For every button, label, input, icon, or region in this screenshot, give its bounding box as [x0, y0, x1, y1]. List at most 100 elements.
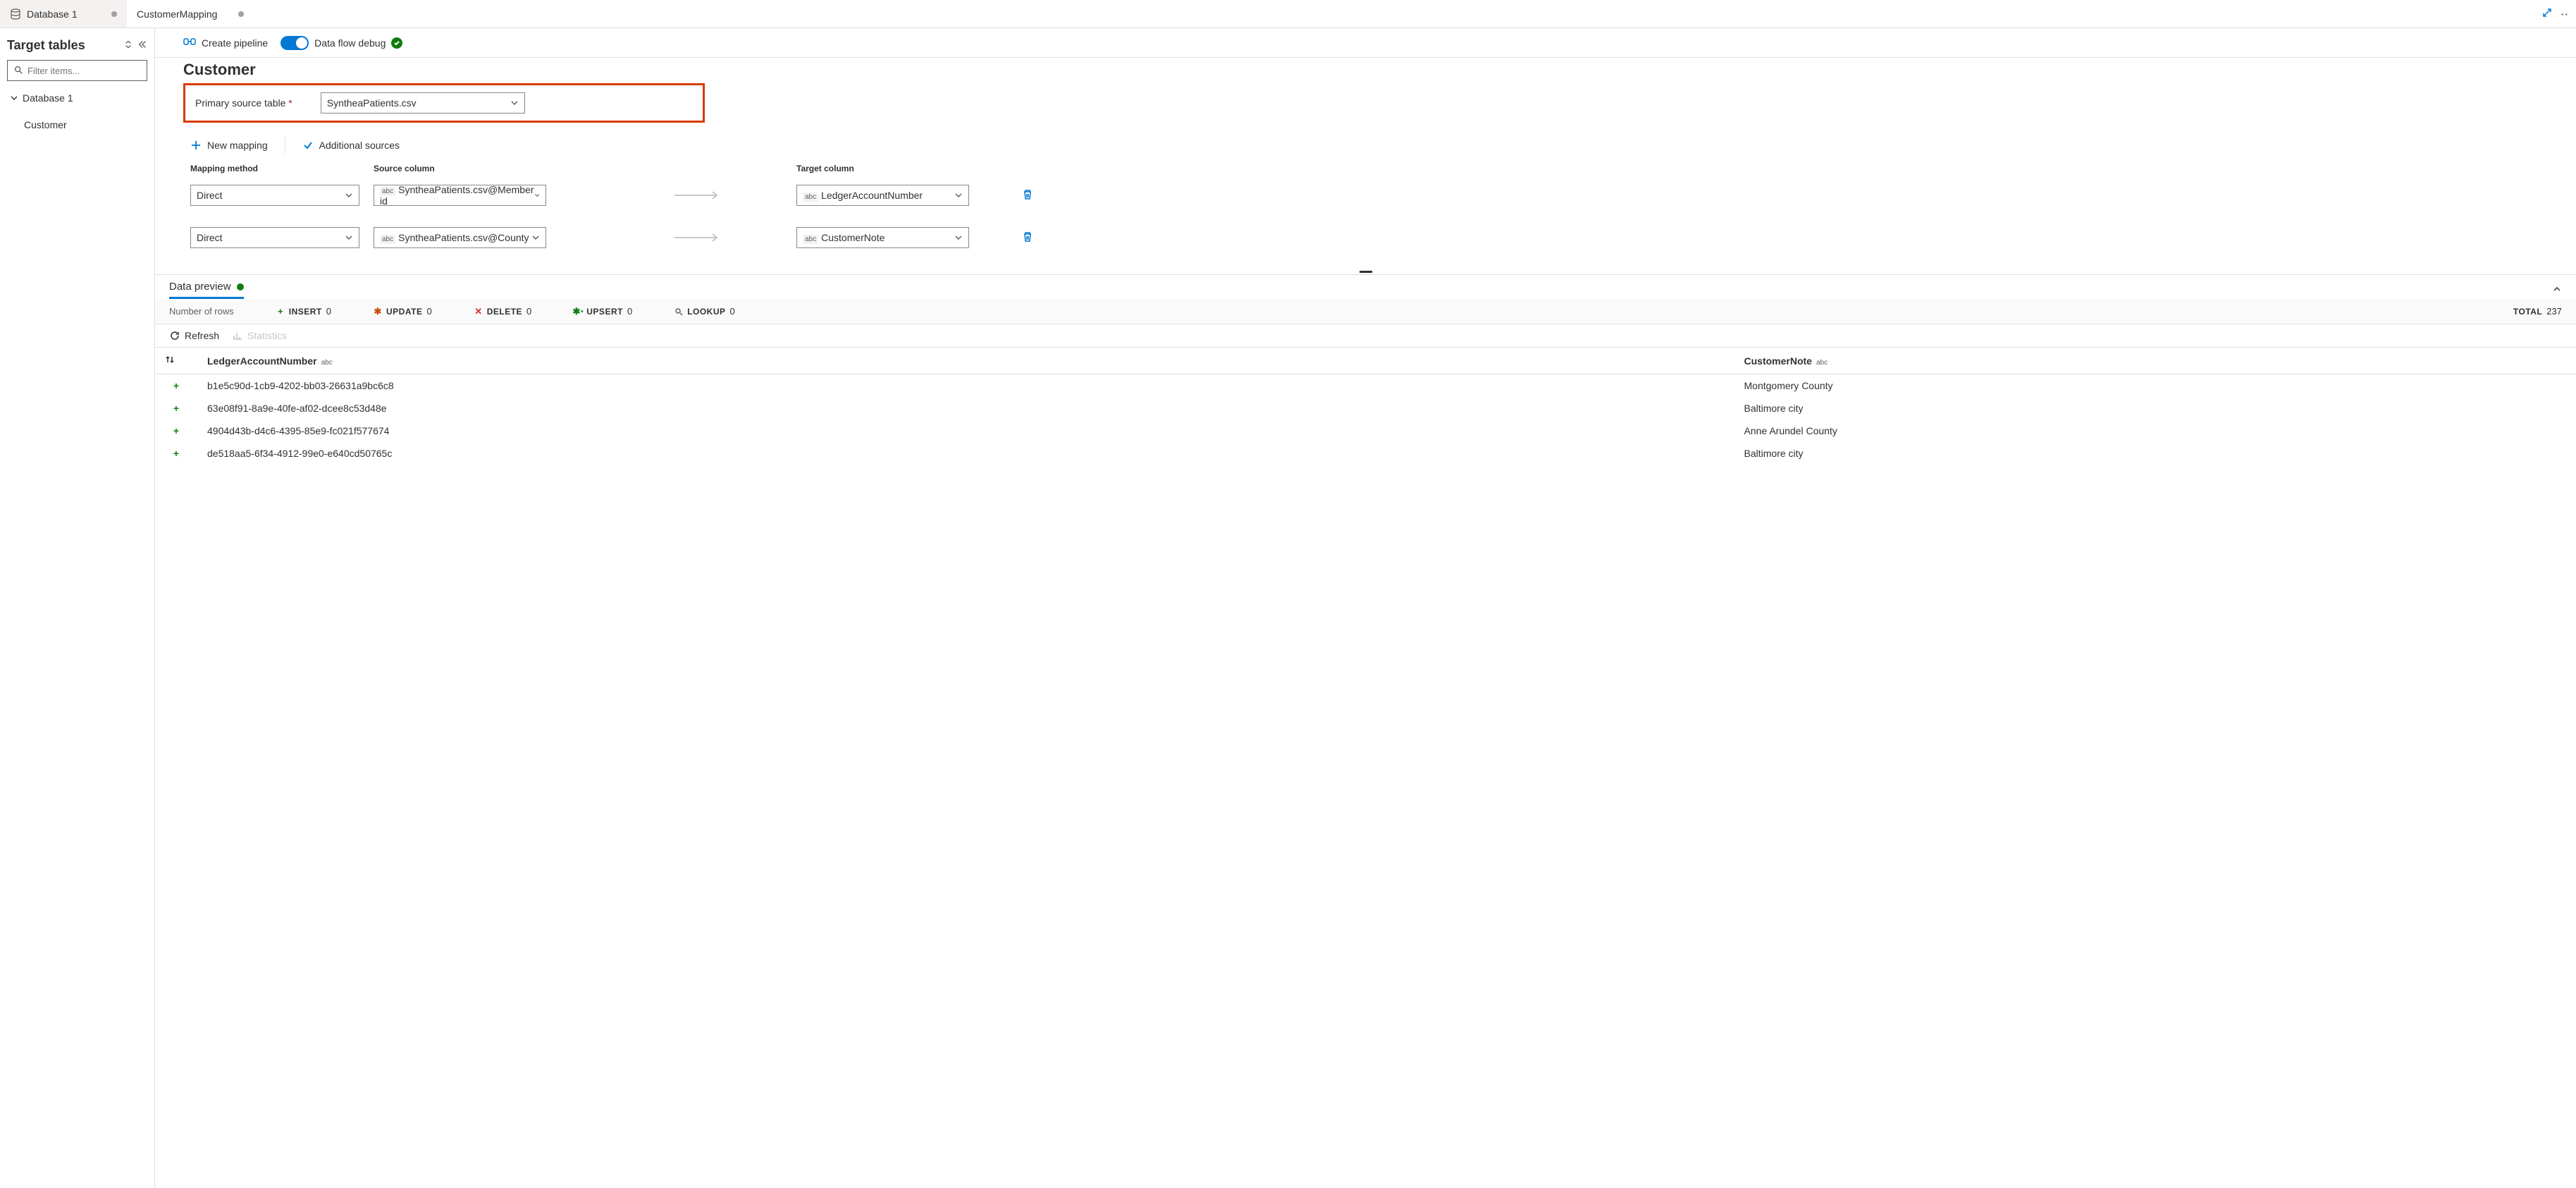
chevron-down-icon	[510, 99, 519, 107]
insert-row-icon: +	[155, 374, 197, 398]
tree-item-customer[interactable]: Customer	[7, 115, 147, 135]
stats-icon	[232, 330, 243, 341]
cell-note: Baltimore city	[1734, 397, 2576, 420]
chevron-down-icon	[531, 233, 540, 242]
upsert-icon: ✱+	[574, 307, 582, 316]
primary-source-select[interactable]: SyntheaPatients.csv	[321, 92, 525, 114]
status-dot-icon	[237, 283, 244, 290]
sort-icon[interactable]	[165, 355, 175, 367]
chevron-down-icon	[345, 233, 353, 242]
toggle-on-icon	[281, 36, 309, 50]
target-column-select[interactable]: abcCustomerNote	[796, 227, 969, 248]
insert-row-icon: +	[155, 442, 197, 465]
cell-note: Montgomery County	[1734, 374, 2576, 398]
main-pane: Create pipeline Data flow debug Customer…	[155, 28, 2576, 1188]
database-icon	[10, 8, 21, 20]
table-row[interactable]: +63e08f91-8a9e-40fe-af02-dcee8c53d48eBal…	[155, 397, 2576, 420]
data-preview-tab-label: Data preview	[169, 281, 231, 293]
plus-icon	[190, 140, 202, 151]
refresh-label: Refresh	[185, 330, 219, 341]
sidebar: Target tables Database 1 Customer	[0, 28, 155, 1188]
additional-sources-button[interactable]: Additional sources	[302, 140, 400, 151]
table-row[interactable]: +b1e5c90d-1cb9-4202-bb03-26631a9bc6c8Mon…	[155, 374, 2576, 398]
table-row[interactable]: +de518aa5-6f34-4912-99e0-e640cd50765cBal…	[155, 442, 2576, 465]
check-circle-icon	[391, 37, 402, 49]
more-icon[interactable]: ··	[2561, 8, 2569, 20]
insert-row-icon: +	[155, 420, 197, 442]
collapse-double-chevron-icon[interactable]	[137, 39, 147, 51]
asterisk-icon: ✱	[374, 307, 382, 316]
source-column-select[interactable]: abcSyntheaPatients.csv@County	[374, 227, 546, 248]
expand-icon[interactable]	[2541, 7, 2553, 20]
chevron-down-icon	[534, 191, 540, 200]
tab-database-1[interactable]: Database 1	[0, 0, 127, 27]
search-icon	[674, 307, 683, 316]
additional-sources-label: Additional sources	[319, 140, 400, 151]
delete-mapping-button[interactable]	[1022, 189, 1064, 202]
header-method: Mapping method	[190, 164, 374, 173]
stat-upsert: ✱+ UPSERT 0	[574, 306, 632, 317]
chevron-down-icon	[10, 94, 18, 102]
refresh-button[interactable]: Refresh	[169, 330, 219, 341]
insert-row-icon: +	[155, 397, 197, 420]
table-row[interactable]: +4904d43b-d4c6-4395-85e9-fc021f577674Ann…	[155, 420, 2576, 442]
data-flow-debug-toggle[interactable]: Data flow debug	[281, 36, 402, 50]
tab-customer-mapping[interactable]: CustomerMapping	[127, 0, 254, 27]
primary-source-row: Primary source table * SyntheaPatients.c…	[183, 83, 705, 123]
data-preview-tab[interactable]: Data preview	[169, 281, 244, 299]
new-mapping-button[interactable]: New mapping	[190, 140, 268, 151]
stat-insert: + INSERT 0	[276, 306, 331, 317]
source-column-select[interactable]: abcSyntheaPatients.csv@Member id	[374, 185, 546, 206]
mapping-grid: Mapping method Source column Target colu…	[183, 164, 2562, 248]
refresh-icon	[169, 330, 180, 341]
statistics-button: Statistics	[232, 330, 287, 341]
dirty-dot-icon	[111, 11, 117, 17]
create-pipeline-label: Create pipeline	[202, 37, 268, 49]
preview-stats-bar: Number of rows + INSERT 0 ✱ UPDATE 0 ✕ D…	[155, 299, 2576, 324]
preview-table-wrap[interactable]: LedgerAccountNumberabc CustomerNoteabc +…	[155, 347, 2576, 1188]
cell-ledger: 63e08f91-8a9e-40fe-af02-dcee8c53d48e	[197, 397, 1734, 420]
tab-label: CustomerMapping	[137, 8, 233, 20]
collapse-panel-button[interactable]	[2552, 284, 2562, 296]
statistics-label: Statistics	[247, 330, 287, 341]
stat-delete: ✕ DELETE 0	[474, 306, 532, 317]
dirty-dot-icon	[238, 11, 244, 17]
col-header-note[interactable]: CustomerNoteabc	[1734, 348, 2576, 374]
header-source: Source column	[374, 164, 599, 173]
chevron-down-icon	[345, 191, 353, 200]
target-column-select[interactable]: abcLedgerAccountNumber	[796, 185, 969, 206]
primary-source-value: SyntheaPatients.csv	[327, 97, 417, 109]
plus-icon: +	[276, 307, 285, 316]
chevron-updown-icon[interactable]	[123, 39, 133, 51]
filter-input-wrapper[interactable]	[7, 60, 147, 81]
trash-icon	[1022, 231, 1033, 243]
mapping-row: Direct abcSyntheaPatients.csv@County abc…	[190, 227, 2562, 248]
delete-mapping-button[interactable]	[1022, 231, 1064, 245]
tree-root-database-1[interactable]: Database 1	[7, 88, 147, 108]
tree-root-label: Database 1	[23, 92, 73, 104]
new-mapping-label: New mapping	[207, 140, 268, 151]
section-title: Customer	[183, 61, 2562, 79]
tab-label: Database 1	[27, 8, 106, 20]
mapping-actions: New mapping Additional sources	[183, 133, 2562, 164]
stat-total: TOTAL 237	[2513, 306, 2562, 317]
primary-source-label: Primary source table *	[195, 97, 292, 109]
x-icon: ✕	[474, 307, 483, 316]
resize-grip[interactable]	[155, 269, 2576, 274]
create-pipeline-button[interactable]: Create pipeline	[183, 35, 268, 50]
trash-icon	[1022, 189, 1033, 200]
col-header-ledger[interactable]: LedgerAccountNumberabc	[197, 348, 1734, 374]
check-icon	[302, 140, 314, 151]
stat-update: ✱ UPDATE 0	[374, 306, 432, 317]
mapping-method-select[interactable]: Direct	[190, 185, 359, 206]
stat-lookup: LOOKUP 0	[674, 306, 735, 317]
tree-child-label: Customer	[24, 119, 67, 130]
cell-ledger: 4904d43b-d4c6-4395-85e9-fc021f577674	[197, 420, 1734, 442]
cell-note: Baltimore city	[1734, 442, 2576, 465]
chevron-down-icon	[954, 191, 963, 200]
filter-input[interactable]	[27, 66, 152, 76]
tabs-bar: Database 1 CustomerMapping ··	[0, 0, 2576, 28]
mapping-method-select[interactable]: Direct	[190, 227, 359, 248]
mapping-arrow-icon	[599, 190, 796, 200]
data-preview-panel: Data preview Number of rows + INSERT 0	[155, 274, 2576, 1188]
